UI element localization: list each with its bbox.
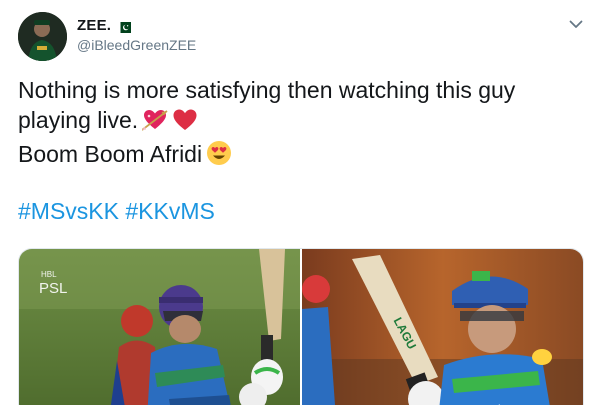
psl-logo-small-text: HBL — [41, 270, 57, 279]
tweet-line-3: Boom Boom Afridi — [18, 141, 203, 167]
display-name[interactable]: ZEE. — [77, 17, 111, 34]
media-gallery: HBL PSL LAGU — [18, 248, 584, 405]
hashtag-msvskk[interactable]: #MSvsKK — [18, 198, 119, 224]
heart-eyes-emoji — [206, 140, 232, 173]
tweet-text: Nothing is more satisfying then watching… — [18, 75, 583, 173]
hashtag-kkvms[interactable]: #KKvMS — [125, 198, 214, 224]
tweet-line-1: Nothing is more satisfying then watching… — [18, 77, 516, 103]
tweet-line-2: playing live. — [18, 107, 139, 133]
user-handle[interactable]: @iBleedGreenZEE — [77, 37, 196, 53]
hashtag-row: #MSvsKK #KKvMS — [18, 196, 215, 226]
tweet-card[interactable]: ZEE. @iBleedGreenZEE Nothing is more sat… — [0, 0, 597, 405]
sparkling-heart-arrow-emoji — [141, 108, 168, 139]
red-heart-emoji — [172, 108, 198, 139]
chevron-down-icon[interactable] — [568, 16, 584, 32]
psl-logo-text: PSL — [39, 280, 67, 297]
photo-right[interactable]: LAGU pepsi — [302, 249, 583, 405]
pakistan-flag-icon — [117, 20, 132, 33]
photo-left[interactable]: HBL PSL — [19, 249, 300, 405]
avatar[interactable] — [18, 12, 67, 61]
